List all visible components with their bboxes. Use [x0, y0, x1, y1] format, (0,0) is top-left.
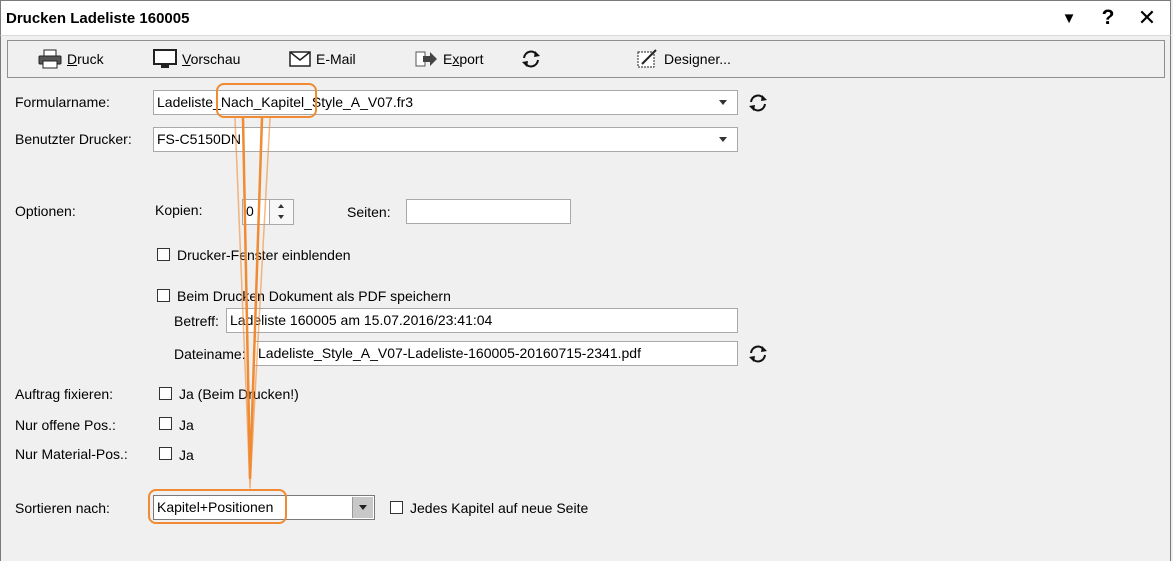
email-button[interactable]: E-Mail — [289, 41, 356, 77]
export-button[interactable]: Export — [414, 41, 483, 77]
designer-button[interactable]: Designer... — [637, 41, 731, 77]
email-label: E-Mail — [316, 51, 356, 67]
betreff-input[interactable]: Ladeliste 160005 am 15.07.2016/23:41:04 — [226, 308, 738, 333]
drucker-dropdown[interactable]: FS-C5150DN — [153, 127, 738, 152]
betreff-label: Betreff: — [174, 313, 219, 329]
pdf-checkbox[interactable] — [157, 289, 170, 302]
drucker-value: FS-C5150DN — [157, 131, 242, 147]
seiten-label: Seiten: — [347, 204, 391, 220]
designer-icon — [637, 49, 657, 68]
sortieren-dropdown-button[interactable] — [352, 497, 373, 518]
kapitel-seite-checkbox[interactable] — [390, 501, 403, 514]
designer-label: Designer... — [664, 51, 731, 67]
offene-label: Nur offene Pos.: — [15, 417, 116, 433]
kapitel-seite-label: Jedes Kapitel auf neue Seite — [410, 500, 589, 516]
offene-cb-label: Ja — [179, 417, 194, 433]
kopien-value: 0 — [246, 203, 254, 219]
refresh-icon — [522, 50, 540, 68]
sortieren-label: Sortieren nach: — [15, 500, 110, 516]
auftrag-checkbox[interactable] — [159, 387, 172, 400]
material-label: Nur Material-Pos.: — [15, 446, 128, 462]
window-title: Drucken Ladeliste 160005 — [6, 10, 190, 27]
dateiname-refresh-icon[interactable] — [747, 343, 769, 365]
betreff-value: Ladeliste 160005 am 15.07.2016/23:41:04 — [230, 312, 493, 328]
drucker-label: Benutzter Drucker: — [15, 131, 132, 147]
dateiname-input[interactable]: Ladeliste_Style_A_V07-Ladeliste-160005-2… — [254, 341, 738, 366]
close-icon[interactable]: ✕ — [1133, 4, 1161, 32]
menu-dropdown-icon[interactable]: ▼ — [1055, 4, 1083, 32]
kopien-input[interactable]: 0 — [242, 199, 270, 225]
export-icon — [415, 51, 437, 67]
export-pre: E — [443, 51, 453, 67]
help-icon[interactable]: ? — [1094, 4, 1122, 32]
dateiname-value: Ladeliste_Style_A_V07-Ladeliste-160005-2… — [258, 345, 641, 361]
vorschau-accel: V — [182, 51, 191, 67]
dateiname-label: Dateiname: — [174, 346, 246, 362]
chevron-down-icon — [719, 137, 727, 142]
monitor-icon — [153, 49, 177, 68]
druck-button[interactable]: Druck — [38, 41, 104, 77]
printer-icon — [38, 49, 62, 69]
kopien-spinner[interactable] — [269, 199, 294, 225]
toolbar-refresh-button[interactable] — [520, 41, 542, 77]
formularname-refresh-icon[interactable] — [747, 92, 769, 114]
seiten-input[interactable] — [406, 199, 571, 224]
chevron-down-icon — [359, 505, 367, 510]
toolbar: Druck Vorschau E-Mail Export Designer... — [7, 40, 1165, 78]
annotation-highlight-formular — [216, 83, 317, 118]
auftrag-label: Auftrag fixieren: — [15, 386, 114, 402]
formularname-label: Formularname: — [15, 94, 110, 110]
vorschau-label: orschau — [190, 51, 241, 67]
drucker-fenster-checkbox[interactable] — [157, 248, 170, 261]
material-checkbox[interactable] — [159, 447, 172, 460]
export-label: port — [459, 51, 484, 67]
chevron-down-icon — [719, 100, 727, 105]
envelope-icon — [289, 51, 311, 67]
vorschau-button[interactable]: Vorschau — [153, 41, 240, 77]
drucker-fenster-label: Drucker-Fenster einblenden — [177, 247, 351, 263]
kopien-label: Kopien: — [155, 202, 203, 218]
material-cb-label: Ja — [179, 447, 194, 463]
spin-up-icon[interactable] — [278, 204, 284, 208]
spin-down-icon[interactable] — [278, 215, 284, 219]
pdf-label: Beim Drucken Dokument als PDF speichern — [177, 288, 451, 304]
auftrag-cb-label: Ja (Beim Drucken!) — [179, 386, 299, 402]
optionen-label: Optionen: — [15, 203, 76, 219]
druck-label: ruck — [77, 51, 104, 67]
druck-accel: D — [67, 51, 78, 67]
annotation-highlight-sortieren — [148, 489, 287, 524]
offene-checkbox[interactable] — [159, 417, 172, 430]
